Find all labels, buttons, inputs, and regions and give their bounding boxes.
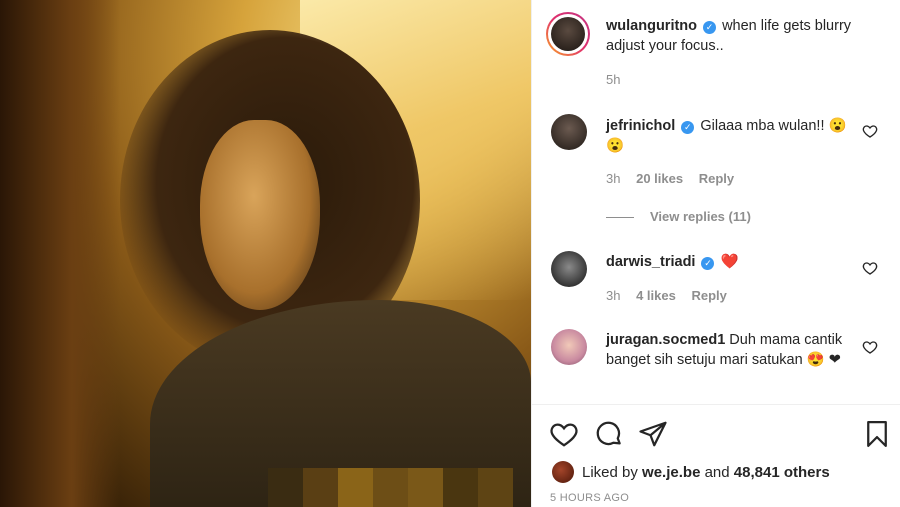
liked-by-and: and bbox=[704, 463, 730, 481]
verified-badge-icon: ✓ bbox=[701, 257, 715, 270]
comment-likes[interactable]: 20 likes bbox=[636, 171, 683, 186]
comment-icon[interactable] bbox=[594, 419, 624, 449]
post-timestamp[interactable]: 5 HOURS AGO bbox=[550, 492, 629, 504]
comment-juragan-socmed1: juragan.socmed1 Duh mama cantik banget s… bbox=[606, 330, 856, 370]
commenter-avatar-jefrinichol[interactable] bbox=[551, 114, 587, 150]
verified-badge-icon: ✓ bbox=[681, 121, 695, 134]
comment-like-icon[interactable] bbox=[862, 123, 878, 139]
photo-censor-pixels bbox=[268, 468, 513, 507]
action-bar: Liked by we.je.be and 48,841 others 5 HO… bbox=[532, 404, 900, 507]
comment-meta: 3h 4 likes Reply bbox=[606, 288, 727, 303]
comments-panel: wulanguritno ✓ when life gets blurry adj… bbox=[531, 0, 900, 507]
photo-window-frame bbox=[0, 0, 120, 507]
comment-time[interactable]: 3h bbox=[606, 288, 620, 303]
view-replies-button[interactable]: View replies (11) bbox=[606, 209, 751, 224]
author-username[interactable]: wulanguritno bbox=[606, 18, 697, 34]
comment-jefrinichol: jefrinichol ✓ Gilaaa mba wulan!! 😮😮 bbox=[606, 116, 856, 156]
post-photo[interactable] bbox=[0, 0, 531, 507]
liked-by-avatar[interactable] bbox=[552, 461, 574, 483]
verified-badge-icon: ✓ bbox=[703, 21, 717, 34]
reply-button[interactable]: Reply bbox=[699, 171, 734, 186]
comment-likes[interactable]: 4 likes bbox=[636, 288, 676, 303]
bookmark-icon[interactable] bbox=[862, 419, 892, 449]
liked-by-prefix: Liked by bbox=[582, 463, 638, 481]
commenter-avatar-juragan-socmed1[interactable] bbox=[551, 329, 587, 365]
comment-meta: 3h 20 likes Reply bbox=[606, 171, 734, 186]
author-avatar[interactable] bbox=[546, 12, 590, 56]
post-caption: wulanguritno ✓ when life gets blurry adj… bbox=[606, 16, 856, 56]
share-icon[interactable] bbox=[638, 419, 668, 449]
reply-button[interactable]: Reply bbox=[691, 288, 726, 303]
comment-like-icon[interactable] bbox=[862, 339, 878, 355]
caption-time[interactable]: 5h bbox=[606, 72, 620, 87]
commenter-avatar-darwis-triadi[interactable] bbox=[551, 251, 587, 287]
comment-username[interactable]: jefrinichol bbox=[606, 118, 675, 134]
replies-divider bbox=[606, 217, 634, 219]
view-replies-label: View replies (11) bbox=[650, 209, 751, 224]
comment-username[interactable]: juragan.socmed1 bbox=[606, 332, 725, 348]
like-icon[interactable] bbox=[549, 419, 579, 449]
comment-text: ❤️ bbox=[720, 254, 739, 270]
comment-darwis-triadi: darwis_triadi ✓ ❤️ bbox=[606, 252, 856, 272]
likes-count[interactable]: 48,841 others bbox=[734, 464, 830, 481]
photo-face bbox=[200, 120, 320, 310]
comment-username[interactable]: darwis_triadi bbox=[606, 254, 695, 270]
likes-summary: Liked by we.je.be and 48,841 others bbox=[552, 461, 830, 483]
comment-like-icon[interactable] bbox=[862, 260, 878, 276]
liked-by-user[interactable]: we.je.be bbox=[642, 464, 700, 481]
comment-time[interactable]: 3h bbox=[606, 171, 620, 186]
